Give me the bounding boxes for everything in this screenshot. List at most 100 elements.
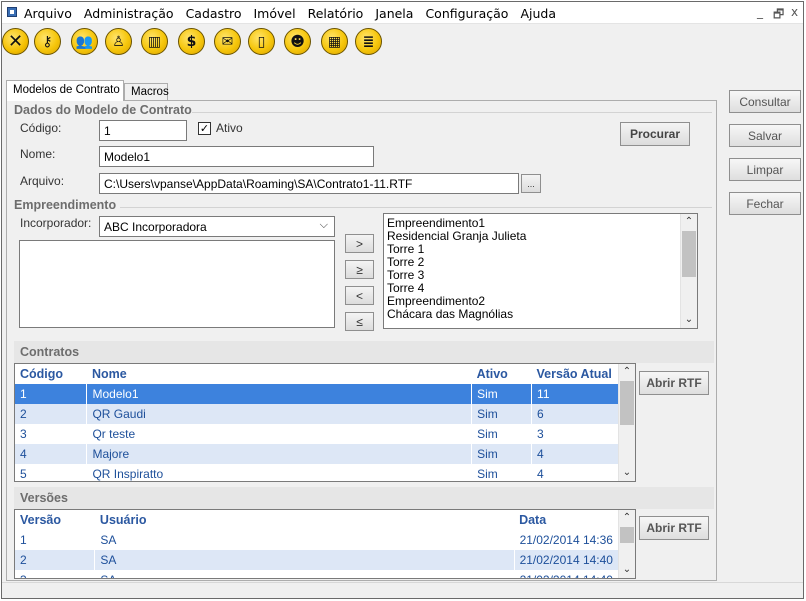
scroll-down-icon[interactable]: ⌄ bbox=[619, 562, 635, 578]
move-selected-right-button[interactable]: > bbox=[345, 234, 374, 253]
contratos-grid[interactable]: Código Nome Ativo Versão Atual 1 Modelo1… bbox=[14, 363, 636, 482]
ativo-checkbox[interactable]: ✓ bbox=[198, 122, 211, 135]
menu-relatorio[interactable]: Relatório bbox=[308, 6, 364, 21]
table-row[interactable]: 4 Majore Sim 4 bbox=[15, 444, 619, 464]
incorporador-label: Incorporador: bbox=[20, 216, 92, 230]
dollar-icon[interactable]: $ bbox=[178, 28, 205, 55]
menu-administracao[interactable]: Administração bbox=[84, 6, 174, 21]
app-icon[interactable] bbox=[7, 7, 17, 17]
table-row[interactable]: 3 Qr teste Sim 3 bbox=[15, 424, 619, 444]
versoes-grid[interactable]: Versão Usuário Data 1 SA 21/02/2014 14:3… bbox=[14, 509, 636, 579]
person-icon[interactable]: ♙ bbox=[105, 28, 132, 55]
list-item[interactable]: Torre 2 bbox=[384, 256, 697, 269]
minimize-button[interactable]: _ bbox=[757, 5, 763, 19]
dados-group-title: Dados do Modelo de Contrato bbox=[14, 103, 192, 117]
table-row[interactable]: 3 SA 21/02/2014 14:40 bbox=[15, 570, 620, 578]
fechar-button[interactable]: Fechar bbox=[729, 192, 801, 215]
tab-macros[interactable]: Macros bbox=[124, 83, 169, 101]
table-cell: SA bbox=[94, 550, 515, 570]
consultar-button[interactable]: Consultar bbox=[729, 90, 801, 113]
table-cell: Modelo1 bbox=[86, 384, 473, 404]
tab-modelos-de-contrato[interactable]: Modelos de Contrato bbox=[6, 80, 124, 101]
scroll-up-icon[interactable]: ⌃ bbox=[619, 510, 635, 526]
table-cell: Majore bbox=[86, 444, 473, 464]
scroll-up-icon[interactable]: ⌃ bbox=[681, 214, 697, 230]
column-header[interactable]: Versão bbox=[15, 510, 95, 530]
close-icon[interactable]: ✕ bbox=[2, 28, 29, 55]
move-all-left-button[interactable]: ≤ bbox=[345, 312, 374, 331]
menu-janela[interactable]: Janela bbox=[375, 6, 413, 21]
menu-arquivo[interactable]: Arquivo bbox=[24, 6, 72, 21]
list-item[interactable]: Torre 3 bbox=[384, 269, 697, 282]
empreendimento-group-title: Empreendimento bbox=[14, 198, 117, 212]
menu-cadastro[interactable]: Cadastro bbox=[186, 6, 242, 21]
list-item[interactable]: Residencial Granja Julieta bbox=[384, 230, 697, 243]
restore-button[interactable]: 🗗 bbox=[773, 5, 784, 26]
column-header[interactable]: Usuário bbox=[95, 510, 514, 530]
calendar-edit-icon[interactable]: ▦ bbox=[321, 28, 348, 55]
list-item[interactable]: Chácara das Magnólias bbox=[384, 308, 697, 321]
close-window-button[interactable]: x bbox=[791, 5, 798, 19]
document-icon[interactable]: ≣ bbox=[355, 28, 382, 55]
versoes-section-title: Versões bbox=[14, 487, 714, 509]
scroll-down-icon[interactable]: ⌄ bbox=[681, 312, 697, 328]
contratos-scrollbar[interactable]: ⌃ ⌄ bbox=[618, 364, 635, 481]
key-icon[interactable]: ⚷ bbox=[34, 28, 61, 55]
table-cell: 2 bbox=[15, 550, 96, 570]
available-empreendimentos-list[interactable]: Empreendimento1 Residencial Granja Julie… bbox=[383, 213, 698, 329]
table-row[interactable]: 2 QR Gaudi Sim 6 bbox=[15, 404, 619, 424]
table-row[interactable]: 1 Modelo1 Sim 11 bbox=[15, 384, 619, 404]
main-window: Arquivo Administração Cadastro Imóvel Re… bbox=[1, 1, 804, 599]
salvar-button[interactable]: Salvar bbox=[729, 124, 801, 147]
versoes-header-row: Versão Usuário Data bbox=[15, 510, 619, 530]
procurar-button[interactable]: Procurar bbox=[620, 122, 690, 146]
table-row[interactable]: 2 SA 21/02/2014 14:40 bbox=[15, 550, 620, 570]
abrir-rtf-contratos-button[interactable]: Abrir RTF bbox=[639, 371, 709, 395]
envelope-icon[interactable]: ✉ bbox=[214, 28, 241, 55]
menu-imovel[interactable]: Imóvel bbox=[254, 6, 296, 21]
incorporador-select[interactable]: ABC Incorporadora ⌵ bbox=[99, 216, 335, 237]
list-item[interactable]: Torre 1 bbox=[384, 243, 697, 256]
table-cell: 1 bbox=[15, 530, 96, 550]
menu-bar: Arquivo Administração Cadastro Imóvel Re… bbox=[2, 2, 803, 24]
clipboard-icon[interactable]: ▯ bbox=[248, 28, 275, 55]
scroll-thumb[interactable] bbox=[620, 381, 634, 425]
scroll-thumb[interactable] bbox=[620, 527, 634, 543]
table-cell: 1 bbox=[15, 384, 88, 404]
table-cell: 3 bbox=[15, 570, 96, 578]
selected-empreendimentos-list[interactable] bbox=[19, 240, 335, 328]
menu-configuracao[interactable]: Configuração bbox=[425, 6, 508, 21]
column-header[interactable]: Nome bbox=[87, 364, 472, 384]
column-header[interactable]: Versão Atual bbox=[532, 364, 619, 384]
column-header[interactable]: Data bbox=[514, 510, 618, 530]
nome-field[interactable]: Modelo1 bbox=[99, 146, 374, 167]
scroll-down-icon[interactable]: ⌄ bbox=[619, 465, 635, 481]
table-cell: QR Inspiratto bbox=[86, 464, 473, 481]
limpar-button[interactable]: Limpar bbox=[729, 158, 801, 181]
ativo-label: Ativo bbox=[216, 121, 243, 135]
building-icon[interactable]: ▥ bbox=[141, 28, 168, 55]
list-scrollbar[interactable]: ⌃ ⌄ bbox=[680, 214, 697, 328]
table-row[interactable]: 1 SA 21/02/2014 14:36 bbox=[15, 530, 620, 550]
versoes-scrollbar[interactable]: ⌃ ⌄ bbox=[618, 510, 635, 578]
scroll-up-icon[interactable]: ⌃ bbox=[619, 364, 635, 380]
table-cell: 4 bbox=[531, 444, 619, 464]
arquivo-field[interactable]: C:\Users\vpanse\AppData\Roaming\SA\Contr… bbox=[99, 173, 519, 194]
scroll-thumb[interactable] bbox=[682, 231, 696, 277]
table-cell: 11 bbox=[531, 384, 619, 404]
incorporador-value: ABC Incorporadora bbox=[104, 220, 207, 234]
contratos-section-title: Contratos bbox=[14, 341, 714, 363]
menu-ajuda[interactable]: Ajuda bbox=[520, 6, 556, 21]
column-header[interactable]: Código bbox=[15, 364, 87, 384]
move-selected-left-button[interactable]: < bbox=[345, 286, 374, 305]
people-icon[interactable]: 👥 bbox=[71, 28, 98, 55]
table-cell: 21/02/2014 14:36 bbox=[514, 530, 620, 550]
move-all-right-button[interactable]: ≥ bbox=[345, 260, 374, 279]
column-header[interactable]: Ativo bbox=[472, 364, 532, 384]
table-row[interactable]: 5 QR Inspiratto Sim 4 bbox=[15, 464, 619, 481]
abrir-rtf-versoes-button[interactable]: Abrir RTF bbox=[639, 516, 709, 540]
browse-button[interactable]: ... bbox=[521, 174, 541, 193]
smiley-icon[interactable]: ☻ bbox=[284, 28, 311, 55]
codigo-field[interactable]: 1 bbox=[99, 120, 187, 141]
table-cell: 5 bbox=[15, 464, 88, 481]
